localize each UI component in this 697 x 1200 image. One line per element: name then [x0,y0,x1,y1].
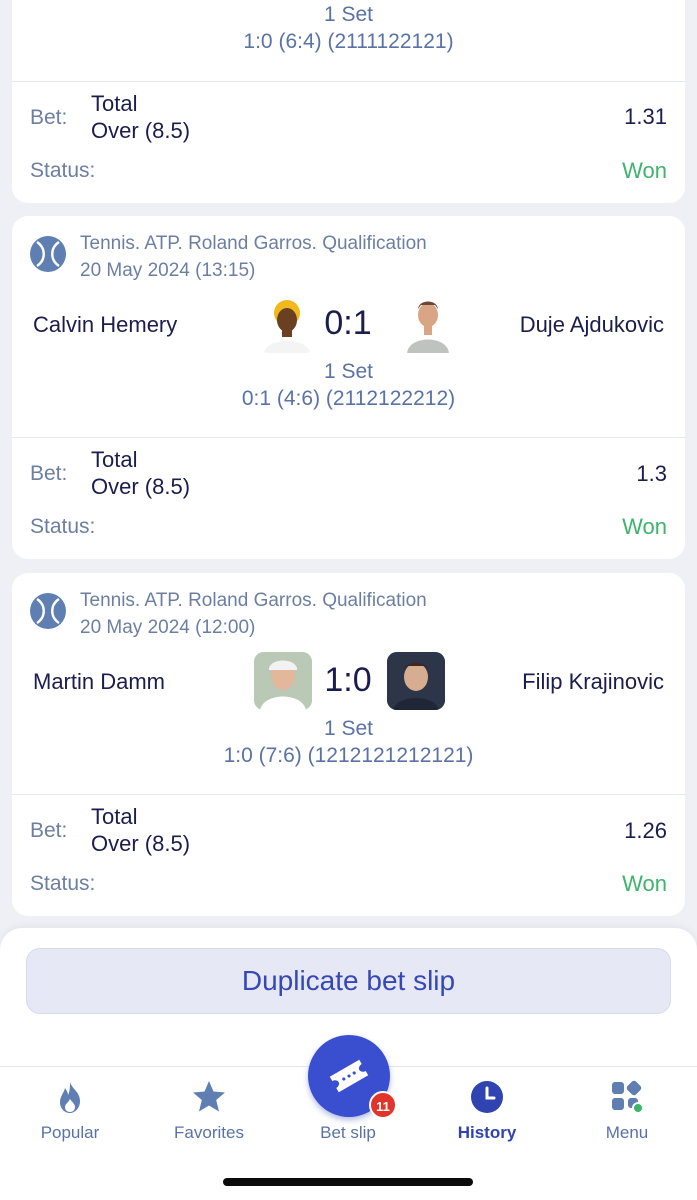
flame-icon [52,1079,88,1115]
bet-label: Bet: [30,106,68,129]
player-away-avatar [387,652,445,710]
bet-label: Bet: [30,462,68,485]
bet-card-1[interactable]: Tennis. ATP. Roland Garros. Qualificatio… [12,216,685,559]
league-name: Tennis. ATP. Roland Garros. Qualificatio… [80,590,427,611]
player-home-avatar [258,295,316,353]
tennis-ball-icon [30,236,66,272]
match-score: 0:1 [324,304,372,342]
set-label: 1 Set [323,717,374,740]
divider [12,437,685,438]
set-label: 1 Set [323,3,374,26]
match-date: 20 May 2024 (13:15) [80,260,256,281]
bet-market: Total Over (8.5) [91,90,190,144]
tab-popular-label: Popular [40,1123,100,1142]
league-name: Tennis. ATP. Roland Garros. Qualificatio… [80,233,427,254]
bet-odds: 1.26 [624,818,667,843]
divider [12,794,685,795]
set-detail: 0:1 (4:6) (2112122212) [241,387,456,410]
tab-menu-label: Menu [605,1123,649,1142]
bet-odds: 1.31 [624,104,667,129]
match-date: 20 May 2024 (12:00) [80,617,256,638]
player-home: Calvin Hemery [33,312,178,337]
player-home: Martin Damm [33,669,166,694]
tab-bet-slip-label: Bet slip [320,1123,376,1142]
player-away-avatar [399,295,457,353]
bet-card-2[interactable]: Tennis. ATP. Roland Garros. Qualificatio… [12,573,685,916]
set-detail: 1:0 (7:6) (1212121212121) [223,744,474,767]
league-row: Tennis. ATP. Roland Garros. Qualificatio… [30,587,427,641]
bet-odds: 1.3 [636,461,667,486]
tab-history-label: History [457,1123,517,1142]
bet-card-0: 1 Set 1:0 (6:4) (2111122121) Bet: Total … [12,0,685,203]
bet-market: Total Over (8.5) [91,446,190,500]
player-away: Filip Krajinovic [522,669,664,694]
status-value: Won [622,158,667,183]
bet-market-line1: Total [91,447,138,472]
home-indicator [223,1178,473,1186]
league-row: Tennis. ATP. Roland Garros. Qualificatio… [30,230,427,284]
tennis-ball-icon [30,593,66,629]
player-home-avatar [254,652,312,710]
status-label: Status: [30,159,96,182]
status-value: Won [622,871,667,896]
bet-market-line2: Over (8.5) [91,118,191,143]
bet-label: Bet: [30,819,68,842]
tab-favorites-label: Favorites [174,1123,244,1142]
bet-slip-count-badge: 11 [369,1091,397,1119]
match-score: 1:0 [324,661,372,699]
status-label: Status: [30,515,96,538]
bet-market-line1: Total [91,804,138,829]
menu-grid-icon [609,1079,645,1115]
bet-market-line2: Over (8.5) [91,831,191,856]
player-away: Duje Ajdukovic [519,312,664,337]
bet-market-line1: Total [91,91,138,116]
bet-market: Total Over (8.5) [91,803,190,857]
divider [12,81,685,82]
set-label: 1 Set [323,360,374,383]
set-detail: 1:0 (6:4) (2111122121) [243,30,454,53]
bet-market-line2: Over (8.5) [91,474,191,499]
bottom-action-sheet: Duplicate bet slip Popular Favorites Bet… [0,928,697,1200]
clock-icon [469,1079,505,1115]
duplicate-bet-slip-button[interactable]: Duplicate bet slip [26,948,671,1014]
star-icon [191,1079,227,1115]
status-value: Won [622,514,667,539]
status-label: Status: [30,872,96,895]
